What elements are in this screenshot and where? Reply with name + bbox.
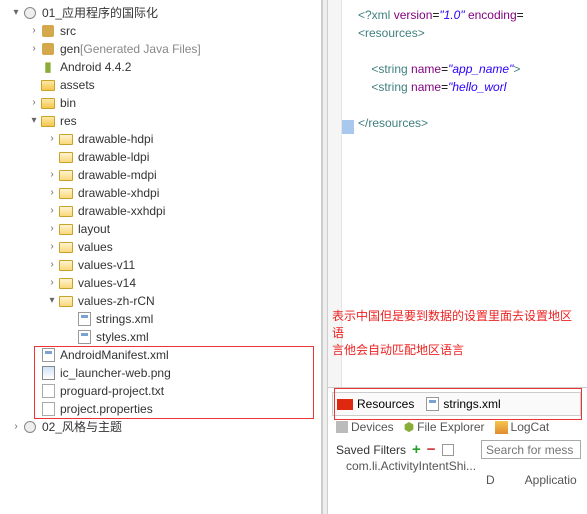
editor-panel: <?xml version="1.0" encoding= <resources… [328, 0, 587, 514]
devices-view[interactable]: Devices [336, 420, 394, 434]
logcat-view[interactable]: LogCat [495, 420, 550, 434]
tree-assets[interactable]: assets [6, 76, 321, 94]
project-tree-panel: ▾01_应用程序的国际化 ›src ›gen [Generated Java F… [0, 0, 322, 514]
file-explorer-view[interactable]: ⬢File Explorer [404, 420, 485, 434]
logcat-filters-row: Saved Filters + − [328, 438, 587, 459]
tree-values[interactable]: ›values [6, 238, 321, 256]
tree-proguard[interactable]: proguard-project.txt [6, 382, 321, 400]
add-filter-button[interactable]: + [412, 441, 421, 458]
tree-styles-xml[interactable]: styles.xml [6, 328, 321, 346]
edit-filter-button[interactable] [442, 444, 454, 456]
log-level-header: D [486, 473, 495, 487]
tree-drawable-xxhdpi[interactable]: ›drawable-xxhdpi [6, 202, 321, 220]
tree-strings-xml[interactable]: strings.xml [6, 310, 321, 328]
tree-layout[interactable]: ›layout [6, 220, 321, 238]
tree-project-props[interactable]: project.properties [6, 400, 321, 418]
logcat-icon [495, 421, 508, 434]
tree-drawable-hdpi[interactable]: ›drawable-hdpi [6, 130, 321, 148]
logcat-search-input[interactable] [481, 440, 581, 459]
remove-filter-button[interactable]: − [427, 441, 436, 458]
tree-drawable-ldpi[interactable]: drawable-ldpi [6, 148, 321, 166]
annotation-text: 表示中国但是要到数据的设置里面去设置地区语 言他会自动匹配地区语言 [332, 308, 583, 359]
tree-manifest[interactable]: AndroidManifest.xml [6, 346, 321, 364]
tree-launcher-png[interactable]: ic_launcher-web.png [6, 364, 321, 382]
views-toolbar: Devices ⬢File Explorer LogCat [328, 416, 587, 438]
filter-activity-name: com.li.ActivityIntentShi... [346, 459, 476, 473]
tree-root[interactable]: ▾01_应用程序的国际化 [6, 4, 321, 22]
editor-bottom-tabs: Resources strings.xml [332, 392, 581, 416]
tree-root2[interactable]: ›02_风格与主题 [6, 418, 321, 436]
filters-list-row[interactable]: com.li.ActivityIntentShi... [328, 459, 587, 473]
tree-src[interactable]: ›src [6, 22, 321, 40]
tree-android[interactable]: ▮Android 4.4.2 [6, 58, 321, 76]
editor-selection [342, 120, 354, 134]
xml-file-icon [424, 396, 440, 412]
code-content: <?xml version="1.0" encoding= <resources… [358, 6, 587, 132]
tree-drawable-xhdpi[interactable]: ›drawable-xhdpi [6, 184, 321, 202]
saved-filters-label: Saved Filters [336, 443, 406, 457]
log-app-header: Applicatio [525, 473, 577, 487]
devices-icon [336, 421, 348, 433]
tree-gen[interactable]: ›gen [Generated Java Files] [6, 40, 321, 58]
tree-res[interactable]: ▾res [6, 112, 321, 130]
tree-values-zh-rcn[interactable]: ▾values-zh-rCN [6, 292, 321, 310]
tree-drawable-mdpi[interactable]: ›drawable-mdpi [6, 166, 321, 184]
xml-editor[interactable]: <?xml version="1.0" encoding= <resources… [328, 0, 587, 388]
tree-bin[interactable]: ›bin [6, 94, 321, 112]
tree-values-v11[interactable]: ›values-v11 [6, 256, 321, 274]
china-flag-icon [337, 399, 353, 410]
tab-strings-xml[interactable]: strings.xml [443, 397, 500, 411]
tree-values-v14[interactable]: ›values-v14 [6, 274, 321, 292]
tab-resources[interactable]: Resources [357, 397, 414, 411]
android-icon: ⬢ [404, 420, 414, 434]
